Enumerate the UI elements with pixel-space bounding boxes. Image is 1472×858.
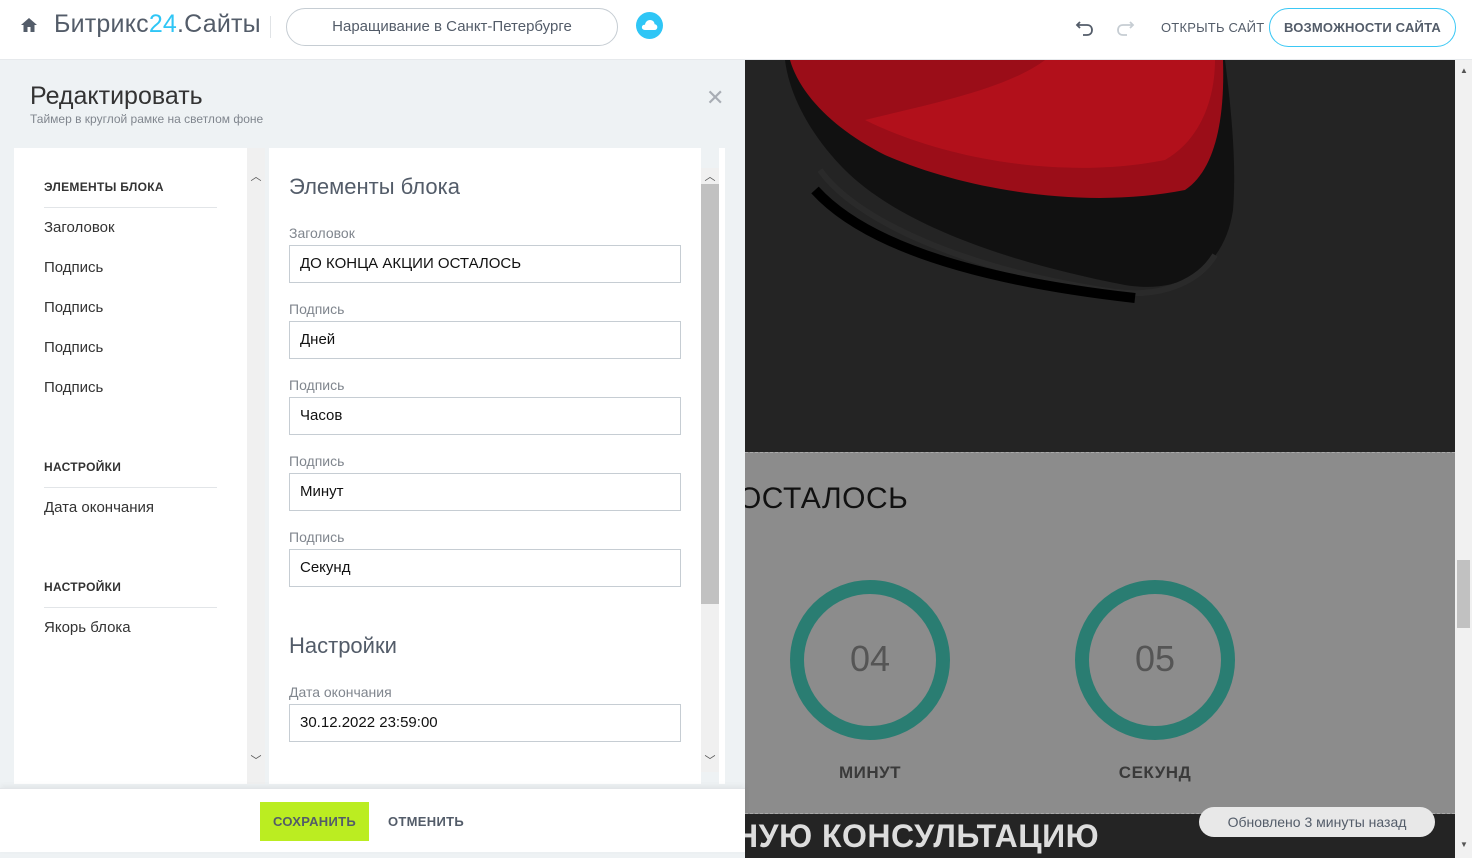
nav-item-caption[interactable]: Подпись bbox=[44, 339, 103, 356]
redo-icon[interactable] bbox=[1114, 16, 1136, 38]
field-label: Подпись bbox=[289, 377, 345, 393]
site-features-button[interactable]: ВОЗМОЖНОСТИ САЙТА bbox=[1269, 8, 1456, 47]
product-image-block bbox=[745, 60, 1455, 452]
nav-item-caption[interactable]: Подпись bbox=[44, 259, 103, 276]
nav-scrollbar[interactable]: ︿ ﹀ bbox=[247, 148, 265, 784]
form-heading-settings: Настройки bbox=[289, 633, 397, 658]
timer-value: 05 bbox=[1134, 638, 1176, 679]
timer-label: МИНУТ bbox=[838, 763, 902, 782]
end-date-input[interactable]: 30.12.2022 23:59:00 bbox=[289, 704, 681, 742]
nav-item-end-date[interactable]: Дата окончания bbox=[44, 499, 154, 516]
divider bbox=[270, 16, 271, 38]
chevron-down-icon[interactable]: ﹀ bbox=[704, 752, 716, 768]
brand-number: 24 bbox=[148, 10, 178, 38]
scroll-down-icon[interactable]: ▼ bbox=[1460, 840, 1468, 849]
field-label: Подпись bbox=[289, 453, 345, 469]
field-label: Дата окончания bbox=[289, 684, 392, 700]
title-input[interactable]: ДО КОНЦА АКЦИИ ОСТАЛОСЬ bbox=[289, 245, 681, 283]
nav-section-elements: ЭЛЕМЕНТЫ БЛОКА bbox=[44, 180, 164, 194]
brand-suffix: .Сайты bbox=[177, 10, 261, 38]
scroll-thumb[interactable] bbox=[701, 184, 719, 604]
hours-caption-input[interactable]: Часов bbox=[289, 397, 681, 435]
nav-item-caption[interactable]: Подпись bbox=[44, 379, 103, 396]
days-caption-input[interactable]: Дней bbox=[289, 321, 681, 359]
cancel-button[interactable]: ОТМЕНИТЬ bbox=[388, 814, 464, 829]
scroll-up-icon[interactable]: ▲ bbox=[1460, 66, 1468, 75]
chevron-up-icon[interactable]: ︿ bbox=[704, 168, 716, 184]
open-site-link[interactable]: ОТКРЫТЬ САЙТ bbox=[1161, 20, 1264, 35]
home-icon[interactable] bbox=[20, 16, 40, 36]
site-selector[interactable]: Наращивание в Санкт-Петербурге bbox=[286, 8, 618, 46]
nav-item-title[interactable]: Заголовок bbox=[44, 219, 115, 236]
top-bar: Битрикс24.Сайты Наращивание в Санкт-Пете… bbox=[0, 0, 1472, 60]
panel-title: Редактировать bbox=[30, 82, 203, 110]
cloud-icon[interactable] bbox=[636, 12, 663, 39]
updated-status-badge: Обновлено 3 минуты назад bbox=[1199, 807, 1435, 837]
seconds-caption-input[interactable]: Секунд bbox=[289, 549, 681, 587]
divider bbox=[44, 607, 217, 608]
panel-nav: ЭЛЕМЕНТЫ БЛОКА Заголовок Подпись Подпись… bbox=[14, 148, 247, 784]
panel-subtitle: Таймер в круглой рамке на светлом фоне bbox=[30, 112, 264, 126]
chevron-up-icon[interactable]: ︿ bbox=[250, 168, 262, 184]
nav-section-settings: НАСТРОЙКИ bbox=[44, 580, 122, 594]
timer-label: СЕКУНД bbox=[1118, 763, 1192, 782]
form-scrollbar[interactable]: ︿ ﹀ bbox=[701, 168, 719, 772]
page-scrollbar[interactable]: ▲ ▼ bbox=[1455, 60, 1472, 858]
preview-heading: ИИ ОСТАЛОСЬ bbox=[745, 482, 909, 515]
nav-item-anchor[interactable]: Якорь блока bbox=[44, 619, 131, 636]
nav-section-settings: НАСТРОЙКИ bbox=[44, 460, 122, 474]
divider bbox=[44, 487, 217, 488]
panel-footer: СОХРАНИТЬ ОТМЕНИТЬ bbox=[0, 788, 745, 852]
edit-panel: Редактировать Таймер в круглой рамке на … bbox=[0, 60, 745, 858]
form-heading-elements: Элементы блока bbox=[289, 174, 460, 199]
site-preview: ИИ ОСТАЛОСЬ 04 МИНУТ 05 СЕКУНД ТНУЮ КОНС… bbox=[745, 60, 1455, 858]
chevron-down-icon[interactable]: ﹀ bbox=[250, 752, 262, 768]
minutes-caption-input[interactable]: Минут bbox=[289, 473, 681, 511]
timer-value: 04 bbox=[849, 638, 891, 679]
form-edge bbox=[719, 148, 725, 784]
panel-form: Элементы блока Заголовок ДО КОНЦА АКЦИИ … bbox=[269, 148, 701, 784]
brand-logo[interactable]: Битрикс24.Сайты bbox=[54, 10, 261, 39]
brand-main: Битрикс bbox=[54, 10, 149, 38]
undo-icon[interactable] bbox=[1074, 16, 1096, 38]
nav-item-caption[interactable]: Подпись bbox=[44, 299, 103, 316]
consult-heading: ТНУЮ КОНСУЛЬТАЦИЮ bbox=[745, 818, 1100, 854]
field-label: Подпись bbox=[289, 301, 345, 317]
hairbrush-image bbox=[785, 60, 1235, 303]
save-button[interactable]: СОХРАНИТЬ bbox=[260, 802, 369, 841]
field-label: Подпись bbox=[289, 529, 345, 545]
field-label: Заголовок bbox=[289, 225, 355, 241]
close-icon[interactable]: ✕ bbox=[706, 87, 724, 109]
divider bbox=[44, 207, 217, 208]
scroll-thumb[interactable] bbox=[1457, 560, 1470, 628]
